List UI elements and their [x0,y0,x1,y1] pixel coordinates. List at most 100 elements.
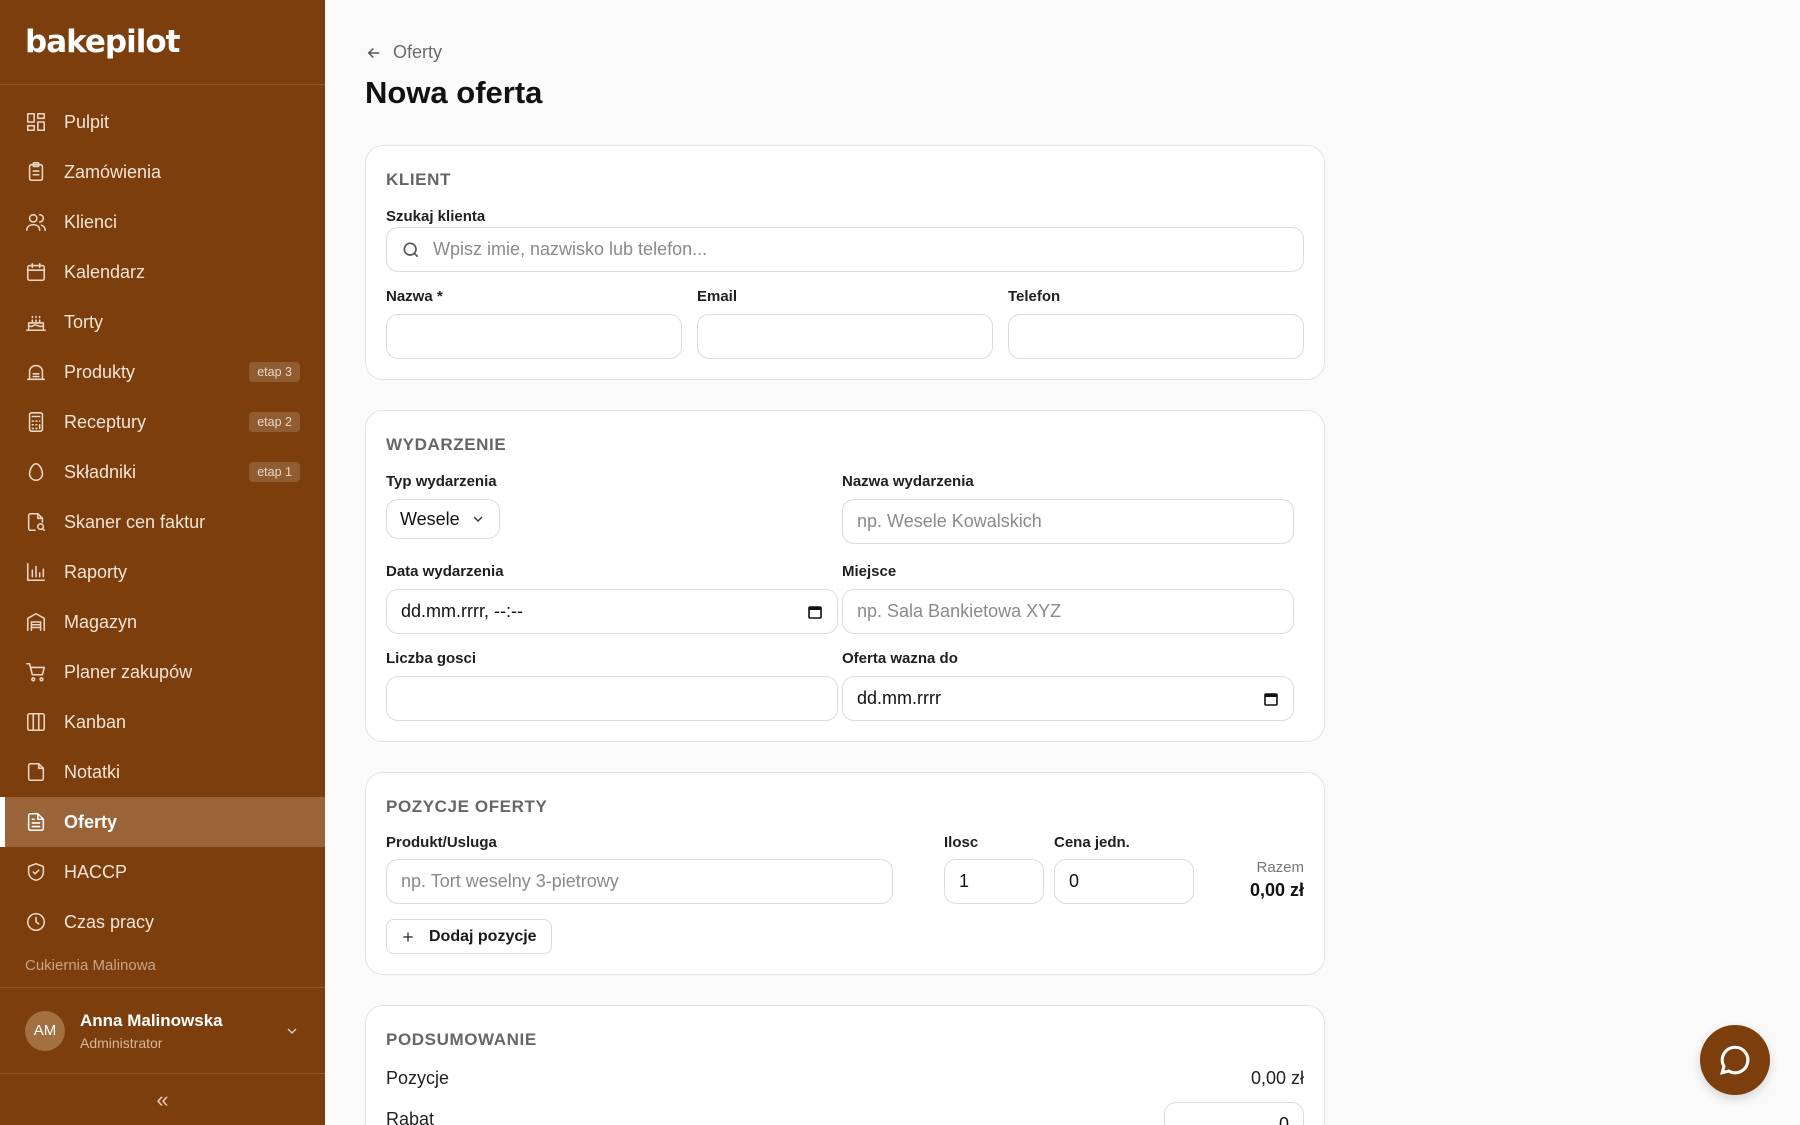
event-place-label: Miejsce [842,563,897,580]
offer-items-section-title: POZYCJE OFERTY [386,797,548,816]
sidebar-item-label: Produkty [64,361,136,382]
sidebar-item-label: Torty [64,311,104,332]
line-total-value: 0,00 zł [1249,880,1304,900]
calendar-icon[interactable] [1263,691,1279,707]
event-type-label: Typ wydarzenia [386,473,497,490]
back-link[interactable]: Oferty [365,42,442,63]
sidebar-item-oferty[interactable]: Oferty [0,797,325,847]
clipboard-icon [25,161,47,183]
sidebar-item-produkty[interactable]: Produkty etap 3 [0,347,325,397]
quantity-field[interactable]: 1 [944,859,1044,904]
sidebar-item-label: Receptury [64,411,147,432]
client-name-label: Nazwa * [386,288,443,305]
discount-label: Rabat [386,1109,435,1125]
arrow-left-icon [367,47,380,58]
calendar-icon [25,261,47,283]
dashboard-icon [25,111,47,133]
sidebar-item-label: Notatki [64,761,121,782]
chevron-down-icon [473,516,483,522]
sidebar-item-haccp[interactable]: HACCP [0,847,325,897]
collapse-sidebar-button[interactable]: « [0,1075,325,1125]
client-email-field[interactable] [697,314,993,359]
sidebar-item-kalendarz[interactable]: Kalendarz [0,247,325,297]
client-search-placeholder: Wpisz imie, nazwisko lub telefon... [433,239,708,259]
organization-name: Cukiernia Malinowa [25,957,156,974]
sidebar-item-notatki[interactable]: Notatki [0,747,325,797]
event-date-value: dd.mm.rrrr, --:-- [401,601,523,621]
bar-chart-icon [25,561,47,583]
sidebar-item-kanban[interactable]: Kanban [0,697,325,747]
sidebar-item-label: Raporty [64,561,128,582]
sidebar-item-label: Skaner cen faktur [64,511,206,532]
event-date-label: Data wydarzenia [386,563,504,580]
cake-icon [25,311,47,333]
sidebar-item-czas-pracy[interactable]: Czas pracy [0,897,325,947]
calendar-icon[interactable] [807,604,823,620]
sidebar-item-label: Pulpit [64,111,110,132]
user-role: Administrator [80,1034,163,1051]
sidebar-item-label: Zamówienia [64,161,162,182]
guests-count-label: Liczba gosci [386,650,477,667]
unit-price-field[interactable]: 0 [1054,859,1194,904]
discount-field[interactable]: 0 [1164,1102,1304,1125]
search-icon [401,240,421,260]
add-item-button[interactable]: Dodaj pozycje [386,919,552,954]
sidebar-item-magazyn[interactable]: Magazyn [0,597,325,647]
quantity-label: Ilosc [944,834,979,851]
sidebar-item-zamowienia[interactable]: Zamówienia [0,147,325,197]
calculator-icon [25,411,47,433]
event-place-field[interactable]: np. Sala Bankietowa XYZ [842,589,1294,634]
sidebar-item-klienci[interactable]: Klienci [0,197,325,247]
event-date-field[interactable]: dd.mm.rrrr, --:-- [386,589,838,634]
product-field[interactable]: np. Tort weselny 3-pietrowy [386,859,893,904]
event-type-select[interactable]: Wesele [386,499,500,539]
avatar: AM [25,1010,65,1051]
stage-badge: etap 2 [249,412,300,432]
back-link-label: Oferty [393,42,443,62]
event-card: WYDARZENIE Typ wydarzenia Wesele Nazwa w… [365,410,1325,742]
users-icon [25,211,47,233]
sidebar-item-planer[interactable]: Planer zakupów [0,647,325,697]
sidebar-item-raporty[interactable]: Raporty [0,547,325,597]
positions-label: Pozycje [386,1068,450,1088]
client-card: KLIENT Szukaj klienta Wpisz imie, nazwis… [365,145,1325,380]
client-name-field[interactable] [386,314,682,359]
sidebar-item-label: Kalendarz [64,261,146,282]
positions-value: 0,00 zł [1250,1068,1304,1088]
chat-button[interactable] [1700,1025,1770,1095]
warehouse-icon [25,611,47,633]
main-content: Oferty Nowa oferta KLIENT Szukaj klienta… [325,0,1800,1125]
stage-badge: etap 3 [249,362,300,382]
event-name-label: Nazwa wydarzenia [842,473,974,490]
sidebar-item-receptury[interactable]: Receptury etap 2 [0,397,325,447]
event-name-field[interactable]: np. Wesele Kowalskich [842,499,1294,544]
search-client-label: Szukaj klienta [386,208,486,225]
logo-text: bakepilot [25,24,180,60]
user-name: Anna Malinowska [80,1010,223,1030]
cart-icon [25,661,47,683]
client-phone-label: Telefon [1008,288,1061,305]
unit-price-label: Cena jedn. [1054,834,1130,851]
sidebar-item-label: Planer zakupów [64,661,193,682]
quantity-value: 1 [959,871,970,891]
sidebar-item-torty[interactable]: Torty [0,297,325,347]
offer-valid-label: Oferta wazna do [842,650,958,667]
event-section-title: WYDARZENIE [386,435,507,454]
offer-valid-field[interactable]: dd.mm.rrrr [842,676,1294,721]
clock-icon [25,911,47,933]
sidebar-item-skladniki[interactable]: Składniki etap 1 [0,447,325,497]
event-place-placeholder: np. Sala Bankietowa XYZ [857,601,1062,621]
sidebar-item-label: Magazyn [64,611,138,632]
client-phone-field[interactable] [1008,314,1304,359]
client-search-input[interactable]: Wpisz imie, nazwisko lub telefon... [386,227,1304,272]
sidebar-item-pulpit[interactable]: Pulpit [0,97,325,147]
sidebar-item-label: Składniki [64,461,137,482]
guests-count-field[interactable] [386,676,838,721]
sidebar: bakepilot Pulpit Zamówienia Klienci Kale… [0,0,325,1125]
columns-icon [25,711,47,733]
sidebar-item-label: Klienci [64,211,118,232]
file-scan-icon [25,511,47,533]
sidebar-item-skaner[interactable]: Skaner cen faktur [0,497,325,547]
logo[interactable]: bakepilot [0,0,325,85]
user-menu[interactable]: AM Anna Malinowska Administrator [0,987,325,1074]
